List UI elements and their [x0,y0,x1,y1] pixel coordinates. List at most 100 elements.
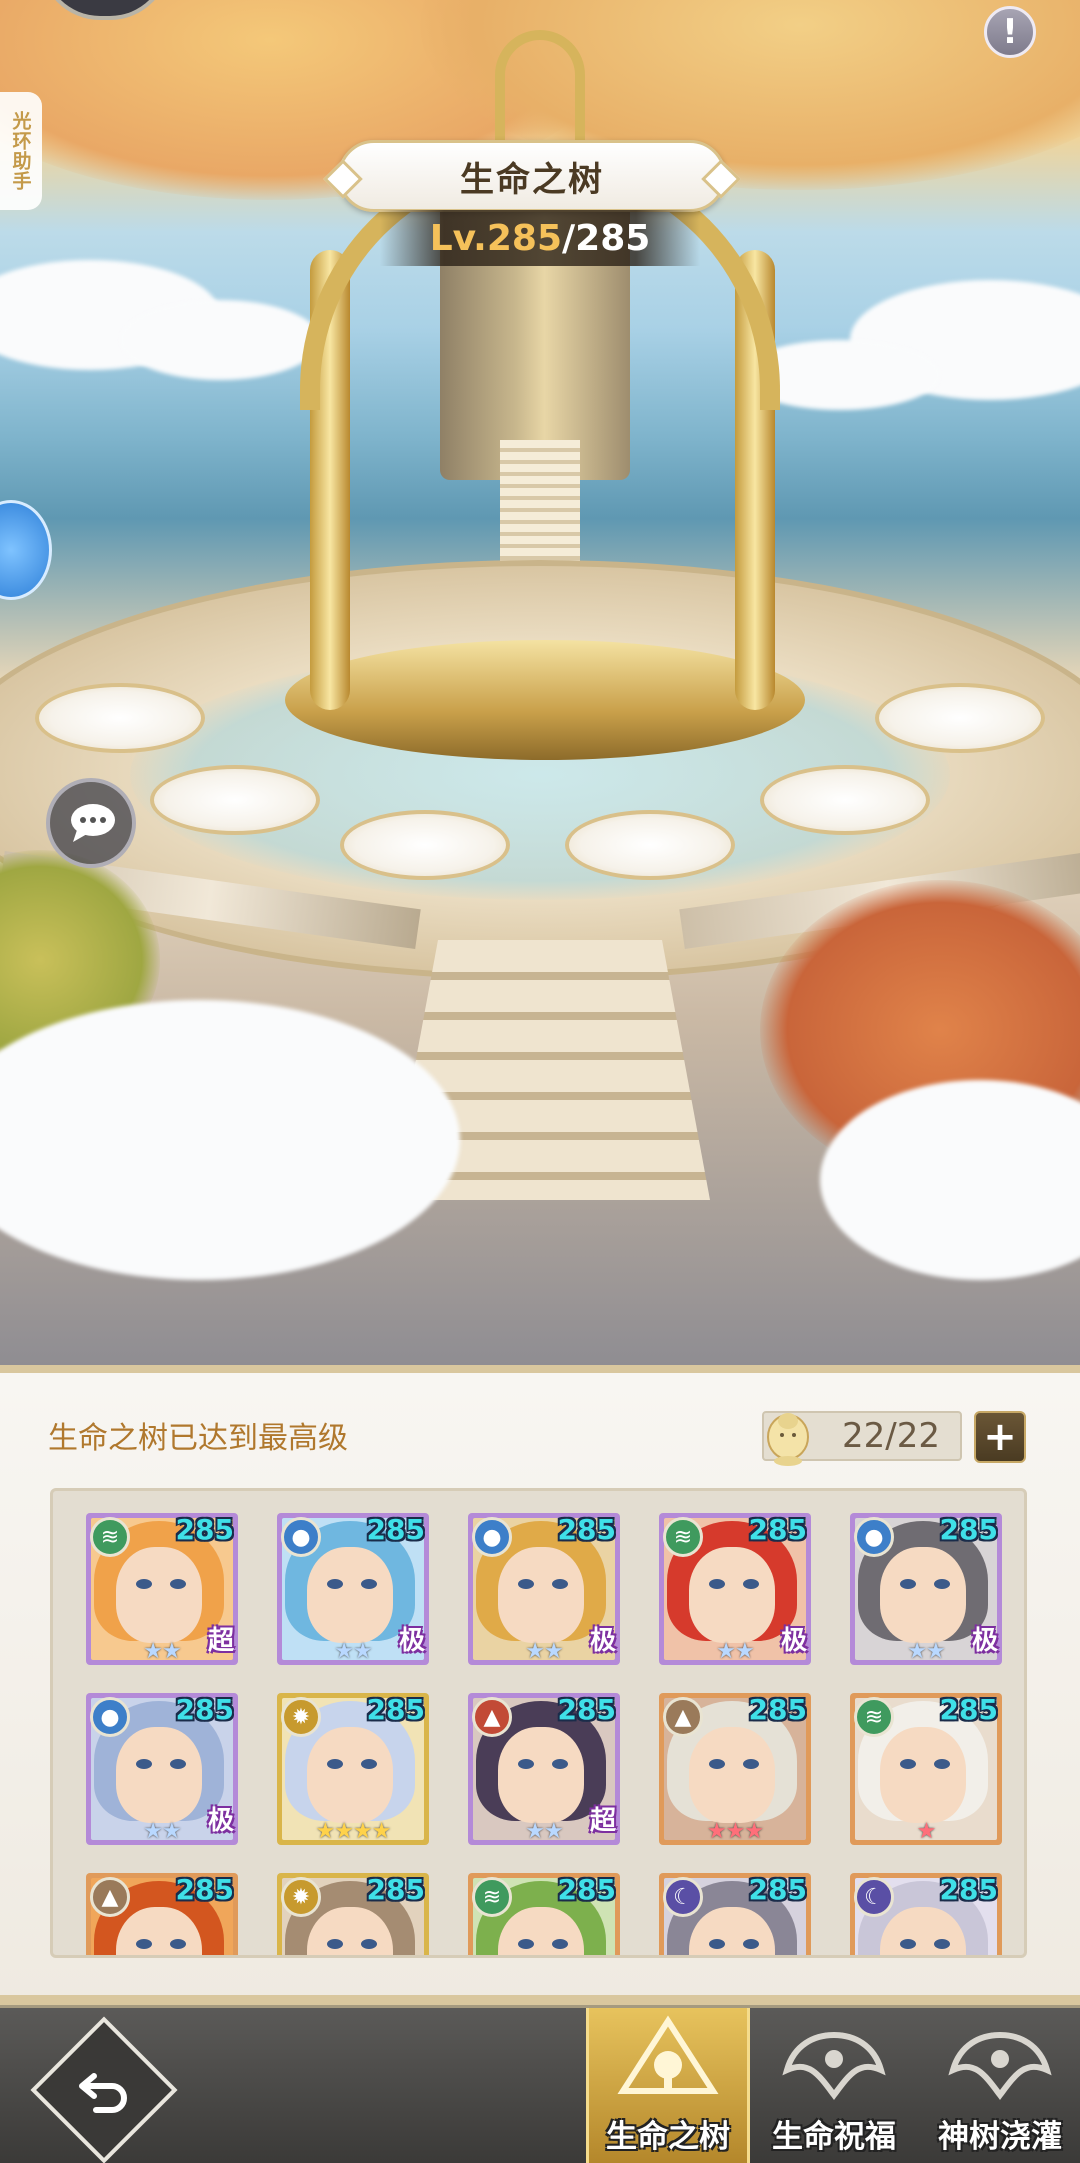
wind-icon: ≋ [854,1697,894,1737]
hero-level: 285 [557,1873,616,1906]
water-drop-icon: ● [472,1517,512,1557]
hero-card[interactable]: ▲ 285 超 ★★ [468,1693,620,1845]
hero-level: 285 [748,1693,807,1726]
hero-eye [934,1759,950,1769]
hero-eye [552,1579,568,1589]
hero-card[interactable]: ▲ 285 [86,1873,238,1955]
hero-eye [900,1939,916,1949]
hero-pad[interactable] [35,683,205,753]
wind-icon: ≋ [90,1517,130,1557]
hero-eye [136,1939,152,1949]
hero-eye [136,1759,152,1769]
hero-stars: ★★ [525,1639,563,1664]
hero-card[interactable]: ● 285 极 ★★ [86,1693,238,1845]
hero-card[interactable]: ● 285 极 ★★ [468,1513,620,1665]
hero-pad[interactable] [565,810,735,880]
hero-card[interactable]: ≋ 285 ★ [850,1693,1002,1845]
hero-grid: ≋ 285 超 ★★ ● 285 极 ★★ ● 285 极 ★★ ≋ 285 极 ★★ ● 285 极 ★★ ● 285 极… [50,1488,1027,1958]
hero-eye [900,1759,916,1769]
hero-card[interactable]: ≋ 285 超 ★★ [86,1513,238,1665]
hero-level: 285 [939,1693,998,1726]
hero-eye [327,1939,343,1949]
back-button[interactable] [30,2016,178,2163]
hero-eye [170,1759,186,1769]
hero-face [498,1547,584,1643]
hero-face [307,1547,393,1643]
winged-emblem-icon [782,2031,886,2101]
mountain-icon: ▲ [90,1877,130,1917]
page-title: 生命之树 [460,159,604,200]
hero-eye [361,1579,377,1589]
nav-tab-label: 生命之树 [606,2119,730,2155]
hero-pad[interactable] [150,765,320,835]
hero-level: 285 [175,1513,234,1546]
hero-eye [518,1939,534,1949]
hero-stars: ★★ [143,1639,181,1664]
hero-card[interactable]: ☾ 285 [850,1873,1002,1955]
nav-tab[interactable]: 生命祝福 [752,2008,916,2163]
hero-card[interactable]: ✹ 285 [277,1873,429,1955]
hero-face [689,1547,775,1643]
level-current-value: 285 [486,217,562,259]
hero-eye [552,1939,568,1949]
bottom-nav: 生命之树 生命祝福 神树浇灌 [0,2005,1080,2163]
nav-tab-label: 神树浇灌 [938,2119,1062,2155]
hero-level: 285 [175,1693,234,1726]
info-button[interactable]: ! [984,6,1036,58]
hero-pad[interactable] [340,810,510,880]
hero-face [307,1727,393,1823]
nav-tab[interactable]: 生命之树 [586,2008,750,2163]
level-prefix: Lv. [429,217,487,259]
hero-face [880,1727,966,1823]
chat-bubbles-icon [71,804,115,842]
add-slot-button[interactable]: + [974,1411,1026,1463]
hero-eye [361,1759,377,1769]
floating-assistant-icon[interactable] [0,500,52,600]
chat-button[interactable] [46,778,136,868]
back-arrow-icon [79,2073,127,2113]
hero-card[interactable]: ✹ 285 ★★★★ [277,1693,429,1845]
hero-card[interactable]: ● 285 极 ★★ [277,1513,429,1665]
hero-eye [709,1759,725,1769]
wind-icon: ≋ [472,1877,512,1917]
hero-card[interactable]: ≋ 285 [468,1873,620,1955]
hero-stars: ★★ [716,1639,754,1664]
hero-eye [361,1939,377,1949]
hero-level: 285 [748,1873,807,1906]
hero-card[interactable]: ▲ 285 ★★★ [659,1693,811,1845]
hero-face [116,1727,202,1823]
hero-level: 285 [175,1873,234,1906]
tree-emblem-icon [617,2015,719,2094]
moon-icon: ☾ [854,1877,894,1917]
assistant-tab[interactable]: 光环助手 [0,92,42,210]
hero-level: 285 [366,1873,425,1906]
water-drop-icon: ● [854,1517,894,1557]
hero-eye [934,1939,950,1949]
hero-stars: ★★ [525,1819,563,1844]
slot-count: 22/22 [842,1416,940,1456]
sprite-icon [767,1413,809,1466]
hero-level: 285 [939,1873,998,1906]
hero-eye [743,1759,759,1769]
hero-pad[interactable] [875,683,1045,753]
hero-eye [743,1939,759,1949]
hero-card[interactable]: ≋ 285 极 ★★ [659,1513,811,1665]
tree-level: Lv.285/285 [380,210,700,266]
moon-icon: ☾ [663,1877,703,1917]
hero-stars: ★★★ [706,1819,764,1844]
hero-level: 285 [366,1693,425,1726]
hero-eye [170,1939,186,1949]
far-stairs [500,440,580,580]
hero-card[interactable]: ● 285 极 ★★ [850,1513,1002,1665]
hero-eye [743,1579,759,1589]
hero-face [880,1547,966,1643]
hero-eye [934,1579,950,1589]
pavilion-base [285,640,805,760]
hero-level: 285 [557,1693,616,1726]
nav-tab[interactable]: 神树浇灌 [918,2008,1080,2163]
hero-stars: ★★ [143,1819,181,1844]
hero-pad[interactable] [760,765,930,835]
hero-eye [170,1579,186,1589]
cloud [0,1000,460,1280]
hero-card[interactable]: ☾ 285 [659,1873,811,1955]
